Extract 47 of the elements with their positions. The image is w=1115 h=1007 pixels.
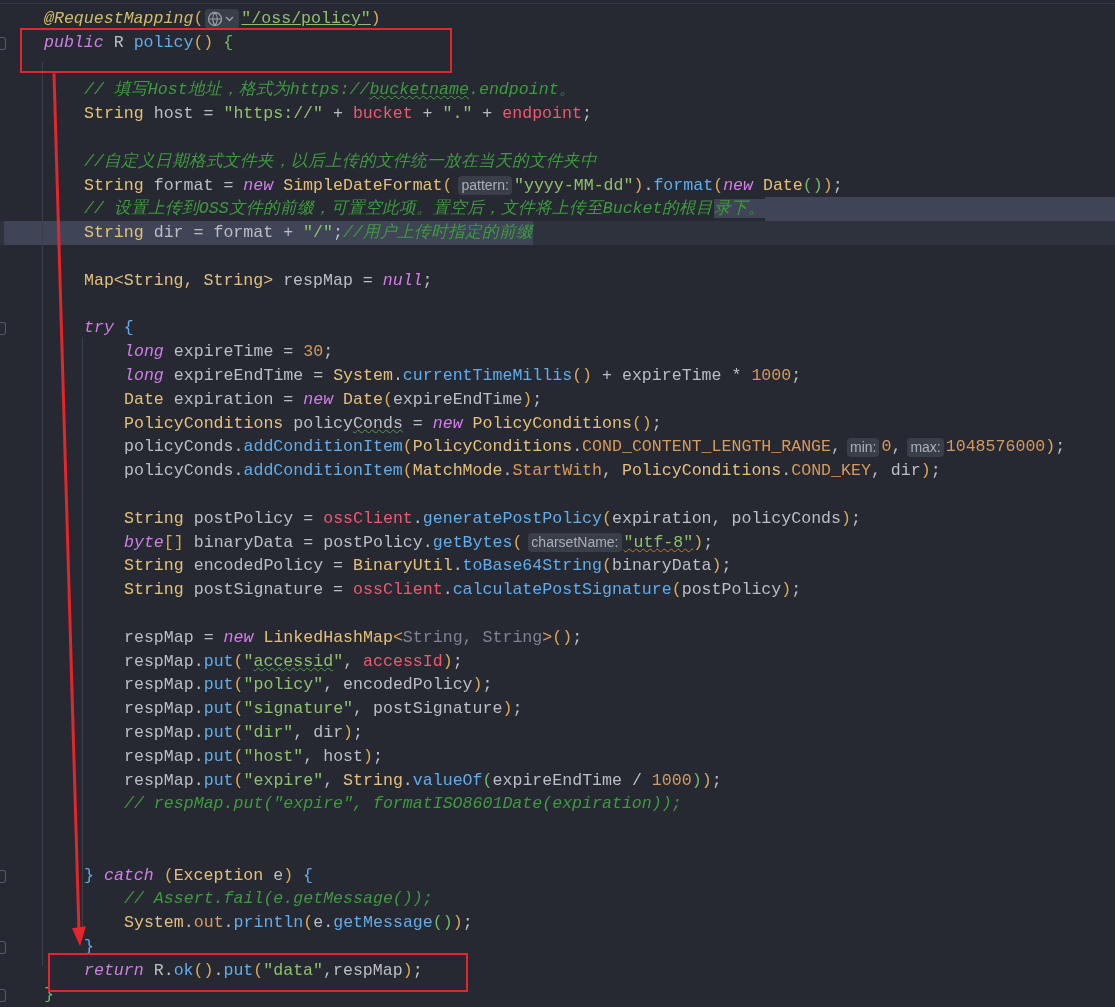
code-text: long expireTime = 30; bbox=[124, 341, 334, 364]
code-text: // 设置上传到OSS文件的前缀，可置空此项。置空后，文件将上传至Bucket的根目录下。 bbox=[84, 198, 765, 221]
code-text: // 填写Host地址，格式为https://bucketname.endpoint。 bbox=[84, 79, 576, 102]
parameter-hint: charsetName: bbox=[528, 532, 622, 552]
code-text: String postSignature = ossClient.calculatePostSignature(postPolicy); bbox=[124, 579, 802, 602]
code-text: 0, bbox=[881, 436, 902, 459]
code-text: respMap.put("policy", encodedPolicy); bbox=[124, 674, 493, 697]
code-text: respMap = new LinkedHashMap<String, String>(); bbox=[124, 626, 583, 649]
code-text: try { bbox=[84, 317, 134, 340]
fold-icon[interactable] bbox=[0, 36, 6, 50]
code-text: "/oss/policy") bbox=[241, 8, 381, 30]
code-text: Map<String, String> respMap = null; bbox=[84, 269, 433, 292]
code-text: } catch (Exception e) { bbox=[84, 864, 314, 887]
code-text: respMap.put("expire", String.valueOf(expireEndTime / 1000)); bbox=[124, 769, 722, 792]
code-text: policyConds.addConditionItem(MatchMode.StartWith, PolicyConditions.COND_KEY, dir); bbox=[124, 460, 941, 483]
code-text: String postPolicy = ossClient.generatePostPolicy(expiration, policyConds); bbox=[124, 507, 861, 530]
code-text: System.out.println(e.getMessage()); bbox=[124, 912, 473, 935]
code-text: 1048576000); bbox=[945, 436, 1066, 459]
code-text: "utf-8"); bbox=[623, 531, 714, 554]
code-text: // Assert.fail(e.getMessage()); bbox=[124, 888, 433, 911]
code-text: String encodedPolicy = BinaryUtil.toBase64String(binaryData); bbox=[124, 555, 732, 578]
code-text: public R policy() { bbox=[44, 31, 234, 54]
code-text: String format = new SimpleDateFormat( bbox=[84, 174, 453, 197]
code-text: PolicyConditions policyConds = new PolicyConditions(); bbox=[124, 412, 662, 435]
fold-icon[interactable] bbox=[0, 869, 6, 883]
code-text: String host = "https://" + bucket + "." + endpoint; bbox=[84, 103, 592, 126]
globe-icon[interactable] bbox=[205, 8, 240, 29]
code-text: long expireEndTime = System.currentTimeMillis() + expireTime * 1000; bbox=[124, 364, 802, 387]
code-text: return R.ok().put("data",respMap); bbox=[84, 959, 423, 982]
code-text: byte[] binaryData = postPolicy.getBytes( bbox=[124, 531, 523, 554]
fold-icon[interactable] bbox=[0, 322, 6, 336]
parameter-hint: max: bbox=[907, 437, 944, 457]
fold-icon[interactable] bbox=[0, 988, 6, 1002]
code-text: "yyyy-MM-dd").format(new Date()); bbox=[513, 174, 843, 197]
code-text: String dir = format + "/";//用户上传时指定的前缀 bbox=[4, 221, 533, 245]
parameter-hint: pattern: bbox=[458, 175, 512, 195]
code-text: respMap.put("dir", dir); bbox=[124, 721, 364, 744]
code-text: //自定义日期格式文件夹，以后上传的文件统一放在当天的文件夹中 bbox=[84, 150, 597, 173]
code-text: respMap.put("host", host); bbox=[124, 745, 383, 768]
fold-icon[interactable] bbox=[0, 941, 6, 955]
parameter-hint: min: bbox=[847, 437, 880, 457]
code-text: Date expiration = new Date(expireEndTime); bbox=[124, 388, 543, 411]
code-text: // respMap.put("expire", formatISO8601Date(expiration)); bbox=[124, 793, 682, 816]
code-text: respMap.put("accessid", accessId); bbox=[124, 650, 463, 673]
code-text: policyConds.addConditionItem(PolicyConditions.COND_CONTENT_LENGTH_RANGE, bbox=[124, 436, 841, 459]
code-text: @RequestMapping( bbox=[44, 8, 204, 30]
code-text: respMap.put("signature", postSignature); bbox=[124, 698, 523, 721]
